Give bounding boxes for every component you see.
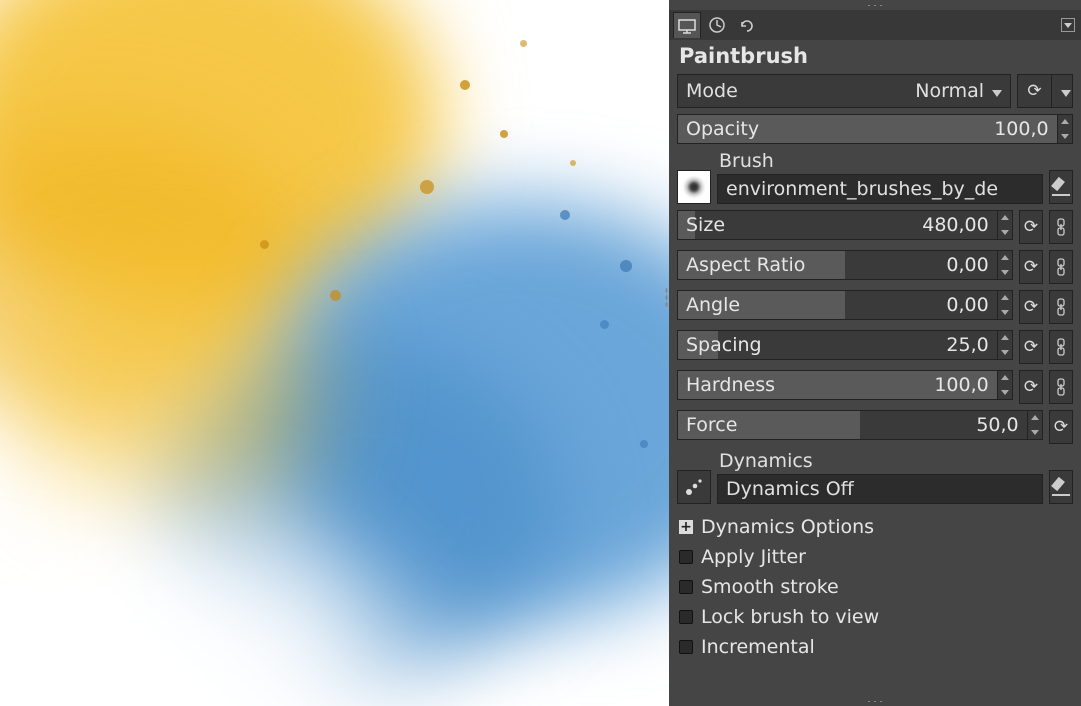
opacity-increase[interactable] [1058, 114, 1072, 129]
apply-jitter-checkbox[interactable]: Apply Jitter [679, 546, 1071, 568]
brush-preview-button[interactable] [677, 170, 711, 204]
angle-decrease[interactable] [998, 305, 1012, 320]
dynamics-preview-button[interactable] [677, 470, 711, 504]
dock-drag-handle-top[interactable] [669, 0, 1081, 10]
aspect-ratio-slider[interactable]: Aspect Ratio0,00 [677, 250, 1013, 280]
hardness-increase[interactable] [998, 370, 1012, 385]
smooth-stroke-label: Smooth stroke [701, 576, 839, 598]
panel-drag-handle[interactable] [662, 280, 670, 316]
tab-undo-history[interactable] [733, 12, 761, 38]
tool-title: Paintbrush [669, 40, 1081, 74]
canvas-area[interactable] [0, 0, 669, 706]
angle-label: Angle [686, 294, 946, 316]
size-label: Size [686, 214, 922, 236]
smooth-stroke-checkbox[interactable]: Smooth stroke [679, 576, 1071, 598]
mode-dropdown[interactable]: Mode Normal [677, 74, 1011, 108]
checkbox-icon [679, 580, 693, 594]
edit-icon [1050, 476, 1072, 498]
aspect-ratio-link-button[interactable] [1049, 250, 1073, 284]
aspect-ratio-reset-button[interactable]: ⟳ [1019, 250, 1043, 284]
angle-reset-button[interactable]: ⟳ [1019, 290, 1043, 324]
hardness-decrease[interactable] [998, 385, 1012, 400]
mode-value: Normal [915, 80, 984, 102]
dynamics-label: Dynamics [717, 450, 1043, 472]
edit-icon [1050, 176, 1072, 198]
incremental-checkbox[interactable]: Incremental [679, 636, 1071, 658]
force-slider[interactable]: Force50,0 [677, 410, 1043, 440]
expand-icon: + [679, 520, 693, 534]
aspect-ratio-value: 0,00 [946, 254, 988, 276]
spacing-link-button[interactable] [1049, 330, 1073, 364]
tab-tool-options[interactable] [673, 12, 701, 38]
opacity-decrease[interactable] [1058, 129, 1072, 144]
opacity-value: 100,0 [994, 118, 1048, 140]
spacing-decrease[interactable] [998, 345, 1012, 360]
force-value: 50,0 [976, 414, 1018, 436]
apply-jitter-label: Apply Jitter [701, 546, 806, 568]
mode-menu-button[interactable] [1051, 74, 1073, 108]
aspect-ratio-increase[interactable] [998, 250, 1012, 265]
angle-slider[interactable]: Angle0,00 [677, 290, 1013, 320]
mode-reset-button[interactable]: ⟳ [1017, 74, 1051, 108]
brush-label: Brush [717, 150, 1043, 172]
size-reset-button[interactable]: ⟳ [1019, 210, 1043, 244]
force-increase[interactable] [1028, 410, 1042, 425]
checkbox-icon [679, 550, 693, 564]
incremental-label: Incremental [701, 636, 815, 658]
lock-brush-label: Lock brush to view [701, 606, 879, 628]
dynamics-options-label: Dynamics Options [701, 516, 874, 538]
spacing-slider[interactable]: Spacing25,0 [677, 330, 1013, 360]
size-link-button[interactable] [1049, 210, 1073, 244]
brush-name-field[interactable]: environment_brushes_by_de [717, 174, 1043, 204]
spacing-value: 25,0 [946, 334, 988, 356]
lock-brush-checkbox[interactable]: Lock brush to view [679, 606, 1071, 628]
force-decrease[interactable] [1028, 425, 1042, 440]
spacing-increase[interactable] [998, 330, 1012, 345]
force-reset-button[interactable]: ⟳ [1049, 410, 1073, 444]
brush-edit-button[interactable] [1049, 170, 1073, 204]
size-value: 480,00 [922, 214, 988, 236]
checkbox-icon [679, 640, 693, 654]
dock-drag-handle-bottom[interactable] [669, 696, 1081, 706]
hardness-link-button[interactable] [1049, 370, 1073, 404]
aspect-ratio-decrease[interactable] [998, 265, 1012, 280]
hardness-label: Hardness [686, 374, 934, 396]
angle-value: 0,00 [946, 294, 988, 316]
angle-increase[interactable] [998, 290, 1012, 305]
checkbox-icon [679, 610, 693, 624]
chevron-down-icon [1061, 82, 1071, 101]
size-slider[interactable]: Size480,00 [677, 210, 1013, 240]
dock-menu-icon[interactable] [1061, 18, 1075, 32]
force-label: Force [686, 414, 976, 436]
dynamics-edit-button[interactable] [1049, 470, 1073, 504]
dynamics-name-field[interactable]: Dynamics Off [717, 474, 1043, 504]
opacity-label: Opacity [686, 118, 994, 140]
chevron-down-icon [992, 80, 1002, 102]
angle-link-button[interactable] [1049, 290, 1073, 324]
hardness-value: 100,0 [934, 374, 988, 396]
hardness-reset-button[interactable]: ⟳ [1019, 370, 1043, 404]
opacity-slider[interactable]: Opacity100,0 [677, 114, 1073, 144]
spacing-label: Spacing [686, 334, 946, 356]
mode-label: Mode [686, 80, 915, 102]
hardness-slider[interactable]: Hardness100,0 [677, 370, 1013, 400]
tab-device-status[interactable] [703, 12, 731, 38]
size-decrease[interactable] [998, 225, 1012, 240]
size-increase[interactable] [998, 210, 1012, 225]
aspect-ratio-label: Aspect Ratio [686, 254, 946, 276]
tool-options-panel: Paintbrush Mode Normal ⟳ Opacity100,0 [669, 0, 1081, 706]
dynamics-options-expander[interactable]: + Dynamics Options [679, 516, 1071, 538]
spacing-reset-button[interactable]: ⟳ [1019, 330, 1043, 364]
dock-tabs [669, 10, 1081, 40]
